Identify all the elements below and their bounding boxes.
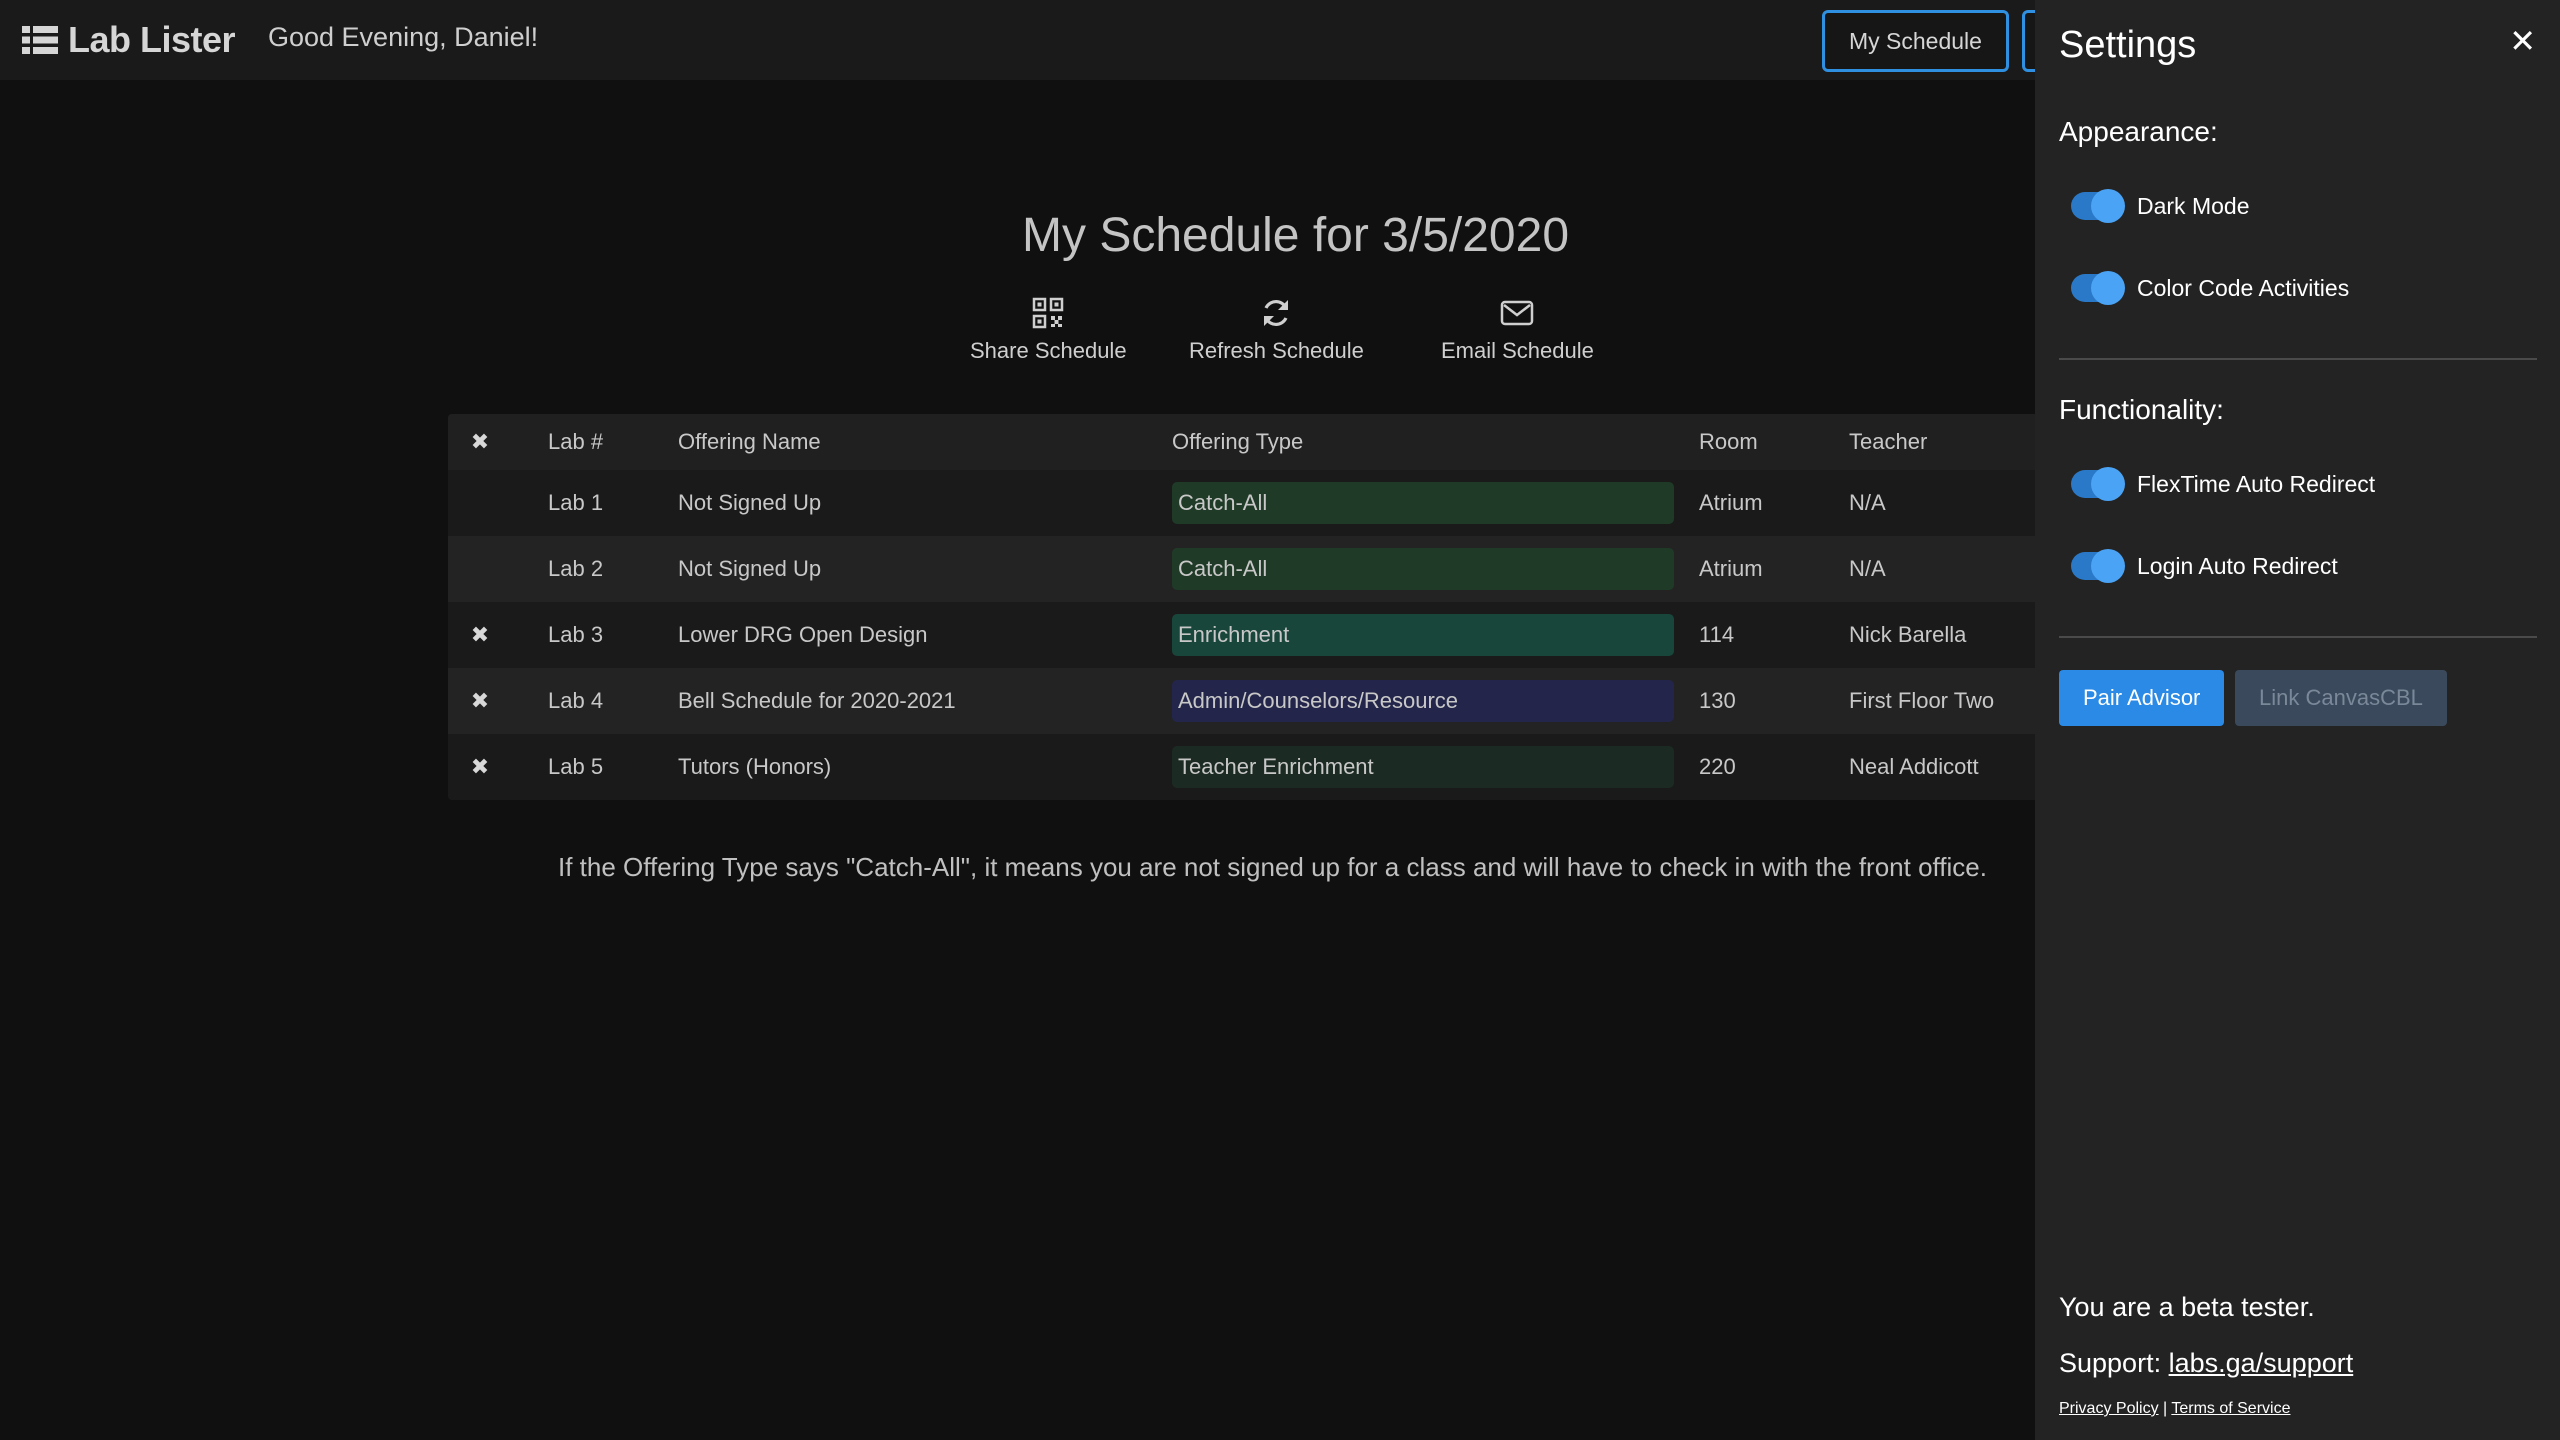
email-schedule-button[interactable]: Email Schedule (1441, 296, 1594, 364)
toggle-knob (2091, 549, 2125, 583)
table-row: ✖ Lab 5 Tutors (Honors) Teacher Enrichme… (448, 734, 2038, 800)
teacher: N/A (1849, 556, 1886, 581)
color-code-setting[interactable]: Color Code Activities (2071, 271, 2350, 305)
lab-number: Lab 5 (548, 754, 604, 779)
brand[interactable]: Lab Lister (22, 14, 236, 66)
toggle-knob (2091, 189, 2125, 223)
toggle-knob (2091, 467, 2125, 501)
remove-all-icon[interactable]: ✖ (470, 429, 490, 455)
color-code-toggle[interactable] (2071, 271, 2125, 305)
offering-name: Not Signed Up (678, 490, 822, 515)
offering-name: Tutors (Honors) (678, 754, 832, 779)
offering-name: Not Signed Up (678, 556, 822, 581)
flextime-redirect-setting[interactable]: FlexTime Auto Redirect (2071, 467, 2376, 501)
remove-icon[interactable]: ✖ (470, 688, 490, 714)
page-title: My Schedule for 3/5/2020 (1022, 209, 1570, 262)
share-schedule-button[interactable]: Share Schedule (970, 296, 1127, 364)
lab-number: Lab 3 (548, 622, 604, 647)
beta-tester-note: You are a beta tester. (2059, 1292, 2315, 1322)
room: 114 (1699, 622, 1735, 647)
functionality-heading: Functionality: (2059, 394, 2224, 425)
my-schedule-button[interactable]: My Schedule (1822, 10, 2009, 72)
legal-links: Privacy Policy | Terms of Service (2059, 1400, 2290, 1418)
login-redirect-toggle[interactable] (2071, 549, 2125, 583)
remove-icon[interactable]: ✖ (470, 622, 490, 648)
header-offering-type: Offering Type (1172, 429, 1304, 454)
support-label: Support: (2059, 1348, 2162, 1378)
divider (2059, 636, 2537, 638)
flextime-redirect-label: FlexTime Auto Redirect (2137, 470, 2376, 497)
settings-panel: Settings ✕ Appearance: Dark Mode Color C… (2035, 0, 2560, 1440)
terms-of-service-link[interactable]: Terms of Service (2171, 1400, 2290, 1417)
header-teacher: Teacher (1849, 429, 1928, 454)
room: 130 (1699, 688, 1736, 713)
color-code-label: Color Code Activities (2137, 274, 2350, 301)
header-room: Room (1699, 429, 1758, 454)
dark-mode-label: Dark Mode (2137, 192, 2250, 219)
offering-type-badge: Admin/Counselors/Resource (1172, 680, 1674, 722)
room: Atrium (1699, 490, 1763, 515)
table-row: ✖ Lab 3 Lower DRG Open Design Enrichment… (448, 602, 2038, 668)
email-schedule-label: Email Schedule (1441, 338, 1594, 363)
lab-number: Lab 1 (548, 490, 604, 515)
lab-number: Lab 2 (548, 556, 604, 581)
legal-separator: | (2163, 1400, 2168, 1417)
settings-title: Settings (2059, 24, 2197, 66)
link-canvascbl-button[interactable]: Link CanvasCBL (2235, 670, 2447, 726)
schedule-table: ✖ Lab # Offering Name Offering Type Room… (448, 414, 2038, 800)
toggle-knob (2091, 271, 2125, 305)
offering-type-badge: Teacher Enrichment (1172, 746, 1674, 788)
refresh-schedule-button[interactable]: Refresh Schedule (1189, 296, 1364, 364)
login-redirect-label: Login Auto Redirect (2137, 552, 2338, 579)
flextime-redirect-toggle[interactable] (2071, 467, 2125, 501)
offering-type-badge: Catch-All (1172, 548, 1674, 590)
teacher: Nick Barella (1849, 622, 1967, 647)
privacy-policy-link[interactable]: Privacy Policy (2059, 1400, 2159, 1417)
pair-advisor-button[interactable]: Pair Advisor (2059, 670, 2225, 726)
room: Atrium (1699, 556, 1763, 581)
catch-all-note: If the Offering Type says "Catch-All", i… (558, 852, 1987, 882)
greeting: Good Evening, Daniel! (268, 22, 539, 52)
table-row: Lab 1 Not Signed Up Catch-All Atrium N/A (448, 470, 2038, 536)
teacher: First Floor Two (1849, 688, 1995, 713)
refresh-icon (1264, 299, 1289, 327)
login-redirect-setting[interactable]: Login Auto Redirect (2071, 549, 2338, 583)
close-icon[interactable]: ✕ (2509, 22, 2536, 60)
qr-code-icon (1033, 297, 1064, 329)
header-lab: Lab # (548, 429, 604, 454)
teacher: Neal Addicott (1849, 754, 1979, 779)
support-line: Support: labs.ga/support (2059, 1348, 2353, 1379)
divider (2059, 358, 2537, 360)
offering-name: Bell Schedule for 2020-2021 (678, 688, 956, 713)
table-row: ✖ Lab 4 Bell Schedule for 2020-2021 Admi… (448, 668, 2038, 734)
support-link[interactable]: labs.ga/support (2169, 1348, 2354, 1378)
lab-number: Lab 4 (548, 688, 604, 713)
dark-mode-setting[interactable]: Dark Mode (2071, 189, 2250, 223)
envelope-icon (1501, 300, 1534, 326)
appearance-heading: Appearance: (2059, 116, 2218, 147)
table-header-row: ✖ Lab # Offering Name Offering Type Room… (448, 414, 2038, 470)
teacher: N/A (1849, 490, 1886, 515)
header-offering-name: Offering Name (678, 429, 821, 454)
offering-type-badge: Catch-All (1172, 482, 1674, 524)
table-row: Lab 2 Not Signed Up Catch-All Atrium N/A (448, 536, 2038, 602)
offering-name: Lower DRG Open Design (678, 622, 928, 647)
menu-list-icon[interactable] (22, 25, 58, 55)
brand-name[interactable]: Lab Lister (68, 19, 236, 61)
dark-mode-toggle[interactable] (2071, 189, 2125, 223)
remove-icon[interactable]: ✖ (470, 754, 490, 780)
offering-type-badge: Enrichment (1172, 614, 1674, 656)
refresh-schedule-label: Refresh Schedule (1189, 338, 1364, 363)
room: 220 (1699, 754, 1736, 779)
share-schedule-label: Share Schedule (970, 338, 1127, 363)
